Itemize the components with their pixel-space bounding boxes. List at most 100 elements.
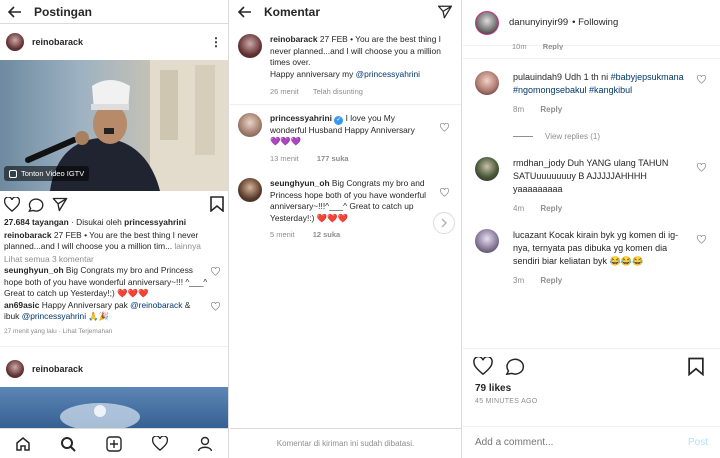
- add-comment-input[interactable]: [475, 437, 688, 448]
- post-time: 27 menit yang lalu · Lihat Terjemahan: [4, 326, 224, 338]
- post-header: reinobarack ⋮: [0, 24, 228, 60]
- reply-link[interactable]: Reply: [543, 42, 563, 50]
- comment-username[interactable]: rmdhan_jody: [513, 158, 565, 168]
- comment-icon[interactable]: [28, 197, 44, 212]
- like-heart-icon[interactable]: [4, 196, 20, 212]
- caption: reinobarack 27 FEB • You are the best th…: [4, 230, 224, 253]
- reply-link[interactable]: Reply: [540, 276, 562, 285]
- bookmark-icon[interactable]: [688, 357, 704, 376]
- mention-link[interactable]: @princessyahrini: [356, 69, 420, 79]
- comment-username[interactable]: pulauindah9: [513, 72, 562, 82]
- like-heart-icon[interactable]: [473, 357, 493, 375]
- comment-username[interactable]: an69asic: [4, 300, 39, 310]
- view-all-comments-link[interactable]: Lihat semua 3 komentar: [4, 254, 224, 266]
- verified-badge-icon: ✓: [334, 115, 344, 125]
- comments-header: Komentar: [230, 0, 461, 24]
- top-comment-meta: 10m Reply: [463, 42, 720, 50]
- view-count: 27.684 tayangan: [4, 217, 69, 227]
- mention-link[interactable]: @princessyahrini: [22, 311, 86, 321]
- like-count[interactable]: 12 suka: [313, 230, 341, 239]
- comment-username[interactable]: princessyahrini: [270, 113, 332, 123]
- avatar[interactable]: [475, 229, 499, 253]
- comment-item: pulauindah9 Udh 1 th ni #babyjepsukmana …: [463, 59, 720, 143]
- post-comment-button[interactable]: Post: [688, 437, 708, 448]
- comment-heart-icon[interactable]: [697, 163, 706, 172]
- avatar[interactable]: [238, 178, 262, 202]
- likes-count[interactable]: 79 likes: [463, 383, 720, 394]
- comment-username[interactable]: seunghyun_oh: [270, 178, 330, 188]
- comment-time: 10m: [512, 42, 527, 50]
- chevron-right-icon[interactable]: [433, 212, 455, 234]
- comment-heart-icon[interactable]: [697, 75, 706, 84]
- bookmark-icon[interactable]: [210, 196, 224, 212]
- comment-heart-icon[interactable]: [697, 235, 706, 244]
- profile-icon[interactable]: [197, 436, 213, 452]
- posts-panel: Postingan reinobarack ⋮ Tonton Video IGT…: [0, 0, 229, 458]
- avatar[interactable]: [475, 10, 499, 35]
- caption-username[interactable]: reinobarack: [4, 230, 51, 240]
- back-arrow-icon[interactable]: [8, 5, 22, 18]
- comment-heart-icon[interactable]: [440, 122, 449, 132]
- comment-text: Happy anniversary my: [270, 68, 356, 79]
- comment-username[interactable]: lucazant: [513, 230, 547, 240]
- comment-row: seunghyun_oh Big Congrats my bro and Pri…: [4, 265, 224, 300]
- edited-label: Telah disunting: [312, 87, 363, 96]
- home-icon[interactable]: [15, 436, 31, 452]
- comment-text: Udh 1 th ni: [564, 72, 609, 82]
- bottom-nav: [0, 428, 228, 458]
- avatar[interactable]: [238, 112, 262, 137]
- comment-emoji: 💜💜💜: [270, 136, 302, 146]
- avatar[interactable]: [475, 71, 499, 95]
- view-replies-label: View replies (1): [545, 132, 600, 141]
- following-label[interactable]: • Following: [572, 17, 618, 28]
- detail-header: danunyinyir99 • Following: [463, 0, 720, 46]
- search-icon[interactable]: [60, 436, 77, 452]
- share-icon[interactable]: [52, 197, 68, 212]
- comment-username[interactable]: seunghyun_oh: [4, 265, 64, 275]
- post-video[interactable]: Tonton Video IGTV: [0, 60, 228, 191]
- post-actions: [0, 191, 228, 217]
- post-detail-panel: danunyinyir99 • Following 10m Reply pula…: [463, 0, 720, 458]
- page-title: Komentar: [264, 5, 321, 19]
- comment-icon[interactable]: [505, 357, 525, 375]
- heart-icon[interactable]: [151, 436, 168, 451]
- like-count[interactable]: 177 suka: [317, 154, 349, 163]
- post-meta: 27.684 tayangan · Disukai oleh princessy…: [0, 217, 228, 337]
- more-options-icon[interactable]: ⋮: [210, 35, 222, 49]
- avatar[interactable]: [475, 157, 499, 181]
- back-arrow-icon[interactable]: [238, 6, 252, 18]
- comment-heart-icon[interactable]: [211, 267, 220, 276]
- comments-panel: Komentar reinobarack 27 FEB • You are th…: [230, 0, 462, 458]
- mention-link[interactable]: @reinobarack: [130, 300, 182, 310]
- detail-username[interactable]: danunyinyir99: [509, 17, 568, 28]
- direct-message-icon[interactable]: [437, 5, 453, 19]
- comment-item: lucazant Kocak kirain byk yg komen di ig…: [463, 215, 720, 287]
- add-icon[interactable]: [106, 435, 122, 452]
- posted-ago: 45 MINUTES AGO: [475, 398, 538, 405]
- avatar[interactable]: [6, 360, 24, 378]
- igtv-icon: [9, 169, 17, 178]
- post-username[interactable]: reinobarack: [32, 364, 83, 374]
- reply-link[interactable]: Reply: [540, 204, 562, 213]
- post-username[interactable]: reinobarack: [32, 37, 83, 47]
- avatar[interactable]: [238, 34, 262, 58]
- comment-heart-icon[interactable]: [440, 188, 449, 197]
- translate-link[interactable]: · Lihat Terjemahan: [59, 328, 113, 335]
- comments-disabled-note: Komentar di kiriman ini sudah dibatasi.: [276, 439, 415, 448]
- comment-item: princessyahrini ✓ I love you My wonderfu…: [230, 105, 461, 171]
- reply-link[interactable]: Reply: [540, 105, 562, 114]
- comment-item: reinobarack 27 FEB • You are the best th…: [230, 24, 461, 105]
- comment-time: 3m: [513, 276, 525, 285]
- view-replies-link[interactable]: View replies (1): [513, 130, 693, 143]
- posts-header: Postingan: [0, 0, 228, 24]
- detail-footer: 79 likes 45 MINUTES AGO Post: [463, 348, 720, 458]
- post-header: reinobarack: [0, 351, 228, 387]
- igtv-badge[interactable]: Tonton Video IGTV: [4, 166, 90, 181]
- comment-username[interactable]: reinobarack: [270, 34, 317, 44]
- comment-time: 5 menit: [270, 230, 295, 239]
- caption-more-link[interactable]: lainnya: [174, 241, 201, 251]
- liked-by-user[interactable]: princessyahrini: [124, 217, 186, 227]
- comment-heart-icon[interactable]: [211, 301, 220, 311]
- avatar[interactable]: [6, 33, 24, 51]
- comment-row: an69asic Happy Anniversary pak @reinobar…: [4, 300, 224, 323]
